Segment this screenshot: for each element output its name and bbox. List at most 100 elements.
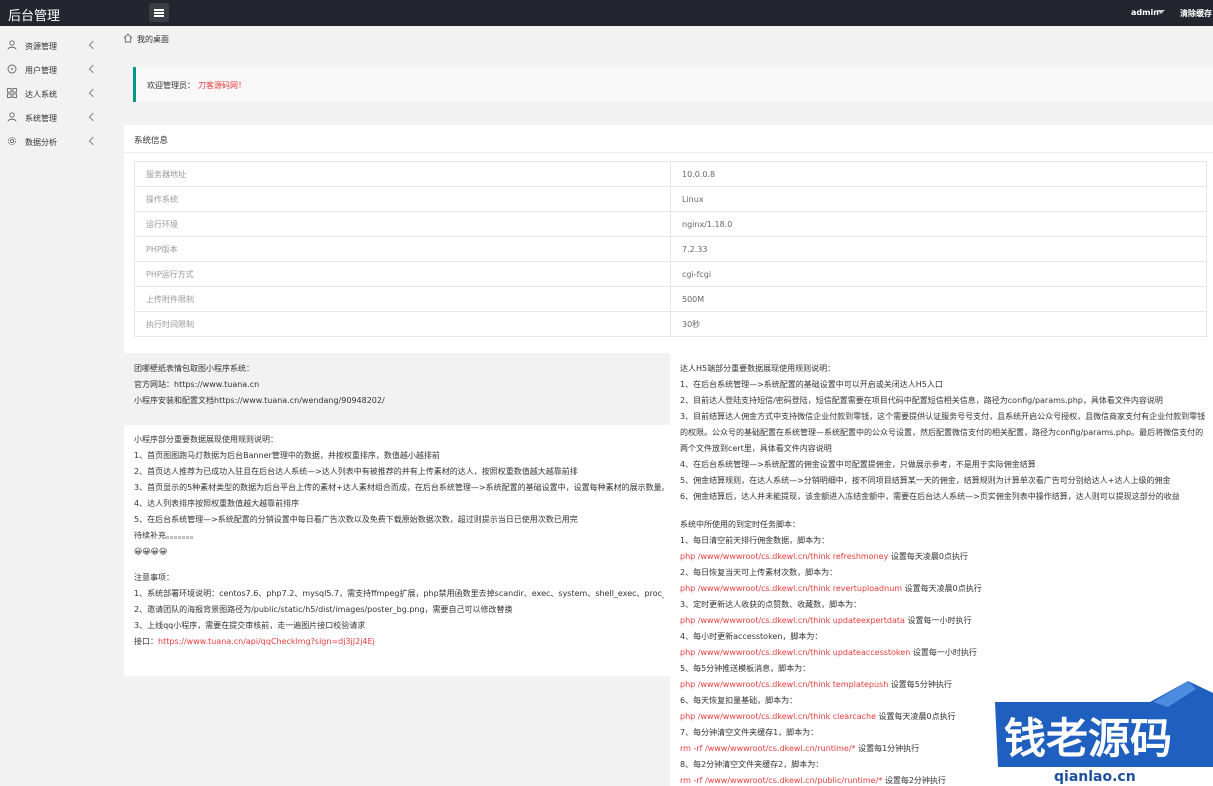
table-cell-value: Linux <box>670 186 1207 212</box>
system-info-title: 系统信息 <box>134 136 169 146</box>
table-cell-key: 运行环境 <box>134 211 671 237</box>
table-cell-key: 服务器地址 <box>134 161 671 187</box>
cron-desc: 2、每日恢复当天可上传素材次数，脚本为： <box>680 568 838 577</box>
sidebar-item-experts[interactable]: 达人系统 <box>0 83 112 105</box>
table-row: 执行时间限制 30秒 <box>134 311 1207 337</box>
sidebar-item-users[interactable]: 用户管理 <box>0 59 112 81</box>
table-cell-key: 执行时间限制 <box>134 311 671 337</box>
compass-icon <box>7 64 17 74</box>
site-info-line[interactable]: 小程序安装和配置文档https://www.tuana.cn/wendang/9… <box>134 393 664 409</box>
table-cell-key: PHP运行方式 <box>134 261 671 287</box>
table-row: PHP运行方式 cgi-fcgi <box>134 261 1207 287</box>
rule-line: 😀😀😀😀 <box>134 547 168 556</box>
cron-title: 系统中所使用的到定时任务脚本： <box>680 520 800 529</box>
cron-desc: 5、每5分钟推送模板消息，脚本为： <box>680 664 811 673</box>
divider <box>124 152 1213 153</box>
table-cell-value: cgi-fcgi <box>670 261 1207 287</box>
rule-line: 待续补充。。。。。。。 <box>134 531 198 540</box>
sidebar: 资源管理 用户管理 达人系统 系统管理 数据分析 <box>0 26 112 786</box>
chevron-left-icon <box>88 136 98 146</box>
table-cell-key: 操作系统 <box>134 186 671 212</box>
section-title: 小程序部分重要数据展现使用规则说明： <box>134 435 278 444</box>
note-line: 2、邀请团队的海报背景图路径为/public/static/h5/dist/im… <box>134 605 513 614</box>
cron-note: 设置每一小时执行 <box>910 648 977 657</box>
rule-line: 2、首页达人推荐为已成功入驻且在后台达人系统—>达人列表中有被推荐的并有上传素材… <box>134 467 578 476</box>
notes-title: 注意事项： <box>134 573 174 582</box>
site-info-line: 团哪壁纸表情包取图小程序系统： <box>134 364 254 373</box>
cron-command: php /www/wwwroot/cs.dkewl.cn/think templ… <box>680 680 889 689</box>
cron-command: php /www/wwwroot/cs.dkewl.cn/think updat… <box>680 616 905 625</box>
table-row: PHP版本 7.2.33 <box>134 236 1207 262</box>
api-url-link[interactable]: https://www.tuana.cn/api/qqChecklmg?sign… <box>158 637 375 646</box>
cron-note: 设置每天凌晨0点执行 <box>876 712 956 721</box>
chevron-left-icon <box>88 112 98 122</box>
cron-command: rm -rf /www/wwwroot/cs.dkewl.cn/public/r… <box>680 776 883 785</box>
table-cell-key: 上传附件限制 <box>134 286 671 312</box>
rule-line: 1、首页图图跑马灯数据为后台Banner管理中的数据，并按权重排序，数值越小越排… <box>134 451 440 460</box>
table-cell-value: 30秒 <box>670 311 1207 337</box>
cron-desc: 4、每小时更新accesstoken，脚本为： <box>680 632 823 641</box>
system-info-table: 服务器地址 10.0.0.8 操作系统 Linux 运行环境 nginx/1.18.0… <box>134 161 1207 337</box>
cron-command: php /www/wwwroot/cs.dkewl.cn/think updat… <box>680 648 911 657</box>
table-cell-value: nginx/1.18.0 <box>670 211 1207 237</box>
cron-note: 设置每天凌晨0点执行 <box>902 584 982 593</box>
cron-note: 设置每天凌晨0点执行 <box>888 552 968 561</box>
clear-cache-link[interactable]: 清除缓存 <box>1180 8 1212 19</box>
chevron-left-icon <box>88 88 98 98</box>
watermark-domain: qianlao.cn <box>1054 769 1136 785</box>
hamburger-icon-line <box>154 15 164 17</box>
api-line: 接口：https://www.tuana.cn/api/qqChecklmg?s… <box>134 634 664 650</box>
table-cell-value: 7.2.33 <box>670 236 1207 262</box>
cron-line: php /www/wwwroot/cs.dkewl.cn/think rever… <box>680 581 1210 597</box>
rule-line: 2、目前达人登陆支持短信/密码登陆，短信配置需要在项目代码中配置短信相关信息，路… <box>680 396 1163 405</box>
table-row: 服务器地址 10.0.0.8 <box>134 161 1207 187</box>
chevron-left-icon <box>88 64 98 74</box>
sidebar-item-label: 用户管理 <box>25 66 57 75</box>
sidebar-item-resources[interactable]: 资源管理 <box>0 35 112 57</box>
rule-line: 1、在后台系统管理—>系统配置的基础设置中可以开启或关闭达人H5入口 <box>680 380 943 389</box>
sidebar-item-label: 资源管理 <box>25 42 57 51</box>
user-menu[interactable]: admin <box>1131 8 1159 17</box>
breadcrumb-label[interactable]: 我的桌面 <box>137 34 169 45</box>
sidebar-item-system[interactable]: 系统管理 <box>0 107 112 129</box>
table-row: 操作系统 Linux <box>134 186 1207 212</box>
note-line: 3、上线qq小程序，需要在提交审核前，走一遍图片接口校验请求 <box>134 621 366 630</box>
welcome-banner: 欢迎管理员： 刀客源码网！ <box>133 67 1213 102</box>
table-cell-value: 500M <box>670 286 1207 312</box>
top-bar: 后台管理 admin 清除缓存 <box>0 0 1213 26</box>
sidebar-item-label: 系统管理 <box>25 114 57 123</box>
cron-note: 设置每2分钟执行 <box>882 776 946 785</box>
rule-line: 4、在后台系统管理—>系统配置的佣金设置中可配置提佣金，只做展示参考，不是用于实… <box>680 460 1036 469</box>
home-icon <box>123 33 133 43</box>
sidebar-item-label: 达人系统 <box>25 90 57 99</box>
rule-line: 6、佣金结算后，达人并未能提现，该金额进入冻结金额中，需要在后台达人系统—>页实… <box>680 492 1180 501</box>
cron-command: rm -rf /www/wwwroot/cs.dkewl.cn/runtime/… <box>680 744 856 753</box>
cron-desc: 1、每日清空前天排行佣金数据，脚本为： <box>680 536 830 545</box>
cron-note: 设置每一小时执行 <box>904 616 972 625</box>
table-cell-key: PHP版本 <box>134 236 671 262</box>
chevron-left-icon <box>88 40 98 50</box>
menu-toggle-button[interactable] <box>149 3 169 22</box>
caret-down-icon[interactable] <box>1157 10 1165 14</box>
rule-line: 3、目前结算达人佣金方式中支持微信企业付款到零钱，这个需要提供认证服务号号支付，… <box>680 412 1206 453</box>
app-logo[interactable]: 后台管理 <box>8 5 60 24</box>
sidebar-item-label: 数据分析 <box>25 138 57 147</box>
api-label: 接口： <box>134 637 158 646</box>
cron-note: 设置每5分钟执行 <box>888 680 952 689</box>
welcome-prefix: 欢迎管理员： <box>147 81 195 90</box>
table-cell-value: 10.0.0.8 <box>670 161 1207 187</box>
hamburger-icon <box>154 9 164 11</box>
watermark-logo: 钱老源码 qianlao.cn <box>995 681 1213 785</box>
sidebar-item-analytics[interactable]: 数据分析 <box>0 131 112 153</box>
section-title: 达人H5端部分重要数据展现使用规则说明： <box>680 364 836 373</box>
table-row: 运行环境 nginx/1.18.0 <box>134 211 1207 237</box>
cron-line: php /www/wwwroot/cs.dkewl.cn/think updat… <box>680 613 1210 629</box>
system-info-card: 系统信息 服务器地址 10.0.0.8 操作系统 Linux 运行环境 nginx/1… <box>124 125 1213 353</box>
cron-line: php /www/wwwroot/cs.dkewl.cn/think refre… <box>680 549 1210 565</box>
site-info-line[interactable]: 官方网站：https://www.tuana.cn <box>134 377 664 393</box>
grid-icon <box>7 88 17 98</box>
watermark-text: 钱老源码 <box>1004 714 1172 763</box>
user-icon <box>7 40 17 50</box>
